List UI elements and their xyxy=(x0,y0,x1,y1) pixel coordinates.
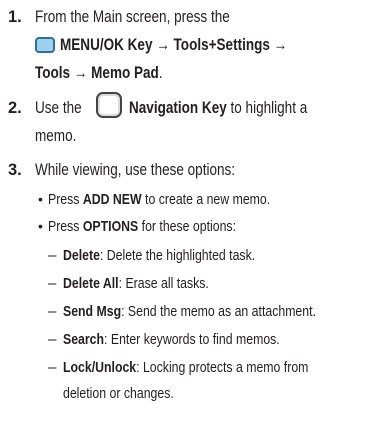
options-label: OPTIONS xyxy=(82,218,139,235)
step-number: 2. xyxy=(8,99,22,117)
arrow-icon: → xyxy=(156,36,170,54)
dash-icon: – xyxy=(48,247,57,264)
path-tools-settings: Tools+Settings xyxy=(173,36,270,54)
menu-ok-key-label: MENU/OK Key xyxy=(60,36,153,54)
step-3-text: While viewing, use these options: xyxy=(35,161,236,179)
option-desc: : Enter keywords to find memos. xyxy=(104,331,280,348)
option-desc: : Locking protects a memo from xyxy=(136,359,309,376)
path-memo-pad: Memo Pad xyxy=(91,64,159,82)
add-new-label: ADD NEW xyxy=(82,191,142,208)
dash-icon: – xyxy=(48,331,57,348)
step-number: 1. xyxy=(8,8,22,26)
step-1-text: From the Main screen, press the xyxy=(35,8,230,26)
path-tools: Tools xyxy=(35,64,71,82)
option-term: Delete All xyxy=(63,275,119,292)
arrow-icon: → xyxy=(73,64,88,82)
option-term: Delete xyxy=(63,247,100,264)
step-2-prefix: Use the xyxy=(35,99,82,117)
step-2-suffix: to highlight a xyxy=(230,99,308,117)
step-number: 3. xyxy=(8,161,22,179)
step-2-continuation: memo. xyxy=(35,127,77,145)
option-desc: : Erase all tasks. xyxy=(118,275,209,292)
navigation-key-label: Navigation Key xyxy=(129,99,227,117)
option-desc: : Delete the highlighted task. xyxy=(99,247,256,264)
memo-pad-instructions: 1. From the Main screen, press the MENU/… xyxy=(8,8,316,402)
option-desc: deletion or changes. xyxy=(63,385,174,402)
dash-icon: – xyxy=(48,303,57,320)
sentence-end: . xyxy=(158,64,163,82)
option-term: Send Msg xyxy=(63,303,122,320)
option-term: Search xyxy=(63,331,105,348)
menu-ok-key-icon xyxy=(35,37,55,53)
bullet-icon: • xyxy=(38,218,43,234)
option-desc: : Send the memo as an attachment. xyxy=(121,303,316,320)
arrow-icon: → xyxy=(273,36,288,54)
option-term: Lock/Unlock xyxy=(63,359,137,376)
bullet-icon: • xyxy=(38,191,43,207)
dash-icon: – xyxy=(48,275,57,292)
dash-icon: – xyxy=(48,359,57,376)
navigation-key-icon xyxy=(96,92,122,118)
